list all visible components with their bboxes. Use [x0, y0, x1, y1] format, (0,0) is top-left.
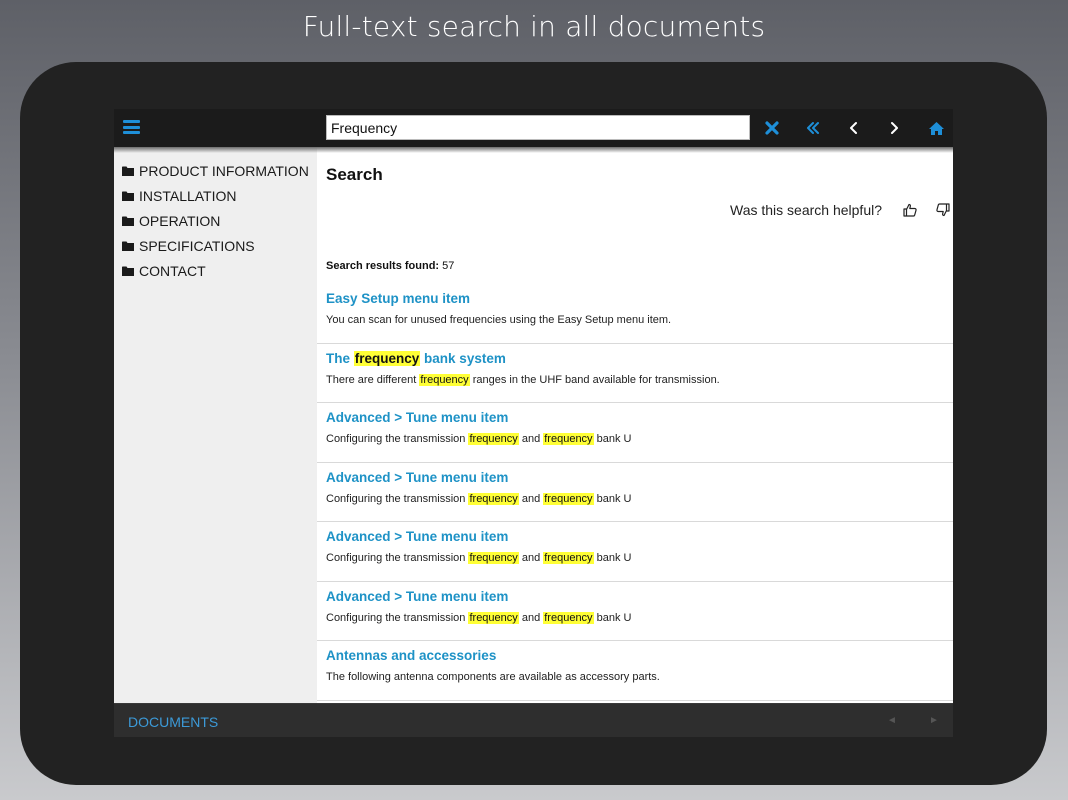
search-result-title[interactable]: Advanced > Tune menu item: [326, 469, 953, 486]
snippet-text: Configuring the transmission: [326, 552, 469, 564]
page-title: Search: [326, 165, 383, 184]
snippet-text: Configuring the transmission: [326, 492, 469, 505]
snippet-text: There are different: [326, 373, 420, 386]
search-highlight: frequency: [543, 433, 594, 445]
chevron-right-icon[interactable]: [881, 115, 907, 141]
hamburger-menu-icon[interactable]: [123, 120, 140, 134]
snippet-text: The following antenna components are ava…: [326, 671, 660, 683]
search-result-title[interactable]: Antennas and accessories: [326, 647, 953, 664]
search-highlight: frequency: [468, 492, 519, 505]
folder-icon: [122, 191, 134, 202]
snippet-text: bank U: [593, 552, 632, 564]
sidebar-item-installation[interactable]: INSTALLATION: [114, 184, 317, 209]
thumbs-up-icon[interactable]: [900, 200, 920, 220]
snippet-text: Configuring the transmission: [326, 611, 469, 624]
title-text: Advanced > Tune menu item: [326, 529, 509, 544]
search-highlight: frequency: [468, 433, 519, 445]
double-chevron-left-icon[interactable]: [800, 115, 826, 141]
search-result-snippet: There are different frequency ranges in …: [326, 373, 953, 387]
title-text: The: [326, 350, 354, 366]
snippet-text: Configuring the transmission: [326, 433, 469, 445]
snippet-text: and: [518, 611, 544, 624]
search-result[interactable]: Advanced > Tune menu item Configuring the…: [317, 403, 953, 463]
top-toolbar: [114, 109, 953, 147]
search-result[interactable]: Easy Setup menu item You can scan for unu…: [317, 284, 953, 344]
search-highlight: frequency: [468, 611, 519, 624]
search-highlight: frequency: [353, 350, 421, 366]
search-results-pane: Search Was this search helpful? Search r…: [317, 147, 953, 703]
title-text: Advanced > Tune menu item: [326, 588, 509, 604]
search-result-snippet: Configuring the transmission frequency a…: [326, 611, 953, 625]
bottom-bar: DOCUMENTS ◄ ►: [114, 703, 953, 737]
search-result-title[interactable]: Advanced > Tune menu item: [326, 528, 953, 545]
search-result[interactable]: Advanced > Tune menu item Configuring the…: [317, 463, 953, 522]
title-text: Easy Setup menu item: [326, 291, 471, 306]
snippet-text: ranges in the UHF band available for tra…: [469, 373, 720, 386]
search-highlight: frequency: [543, 552, 594, 564]
feedback-bar: Was this search helpful?: [730, 200, 953, 220]
search-result[interactable]: Advanced > Tune menu item Configuring the…: [317, 582, 953, 641]
sidebar: PRODUCT INFORMATION INSTALLATION OPERATI…: [114, 147, 317, 703]
search-result-snippet: You can scan for unused frequencies usin…: [326, 313, 953, 327]
snippet-text: bank U: [593, 492, 632, 505]
title-text: Advanced > Tune menu item: [326, 410, 509, 425]
sidebar-item-operation[interactable]: OPERATION: [114, 209, 317, 234]
search-result-snippet: Configuring the transmission frequency a…: [326, 492, 953, 506]
sidebar-item-contact[interactable]: CONTACT: [114, 258, 317, 283]
search-result-snippet: Configuring the transmission frequency a…: [326, 432, 953, 446]
search-highlight: frequency: [419, 373, 470, 386]
next-page-icon[interactable]: ►: [929, 715, 939, 726]
results-count: Search results found: 57: [326, 260, 454, 272]
result-list: Easy Setup menu item You can scan for unu…: [317, 284, 953, 703]
home-icon[interactable]: [923, 115, 949, 141]
snippet-text: and: [518, 492, 544, 505]
search-result[interactable]: Antennas and accessories The following an…: [317, 641, 953, 701]
clear-icon[interactable]: [759, 115, 785, 141]
search-result-snippet: The following antenna components are ava…: [326, 670, 953, 684]
snippet-text: and: [518, 552, 544, 564]
snippet-text: You can scan for unused frequencies usin…: [326, 314, 672, 326]
folder-icon: [122, 166, 134, 177]
document-tree: PRODUCT INFORMATION INSTALLATION OPERATI…: [114, 147, 317, 283]
folder-icon: [122, 266, 134, 276]
title-text: bank system: [420, 350, 506, 366]
toolbar-shadow: [114, 147, 953, 153]
app-screen: PRODUCT INFORMATION INSTALLATION OPERATI…: [114, 109, 953, 737]
documents-tab[interactable]: DOCUMENTS: [128, 714, 218, 730]
search-input[interactable]: [326, 115, 750, 140]
search-highlight: frequency: [468, 552, 519, 564]
sidebar-item-label: SPECIFICATIONS: [139, 237, 255, 254]
snippet-text: and: [518, 433, 544, 445]
folder-icon: [122, 216, 134, 226]
sidebar-item-label: PRODUCT INFORMATION: [139, 163, 309, 180]
search-result[interactable]: The frequency bank system There are diffe…: [317, 344, 953, 403]
title-text: Antennas and accessories: [326, 648, 497, 663]
search-result-title[interactable]: Advanced > Tune menu item: [326, 588, 953, 605]
chevron-left-icon[interactable]: [841, 115, 867, 141]
sidebar-item-specifications[interactable]: SPECIFICATIONS: [114, 233, 317, 258]
sidebar-item-label: INSTALLATION: [139, 188, 237, 205]
sidebar-item-label: CONTACT: [139, 262, 206, 279]
sidebar-item-product-information[interactable]: PRODUCT INFORMATION: [114, 159, 317, 184]
promo-title: Full-text search in all documents: [302, 10, 766, 43]
helpful-prompt: Was this search helpful?: [730, 202, 882, 218]
snippet-text: bank U: [593, 433, 632, 445]
search-result-title[interactable]: Advanced > Tune menu item: [326, 409, 953, 426]
results-count-label: Search results found:: [326, 260, 440, 272]
search-result-snippet: Configuring the transmission frequency a…: [326, 551, 953, 565]
sidebar-item-label: OPERATION: [139, 212, 221, 229]
previous-page-icon[interactable]: ◄: [887, 715, 897, 726]
results-count-value: 57: [442, 260, 455, 272]
search-result[interactable]: Advanced > Tune menu item Configuring the…: [317, 522, 953, 582]
thumbs-down-icon[interactable]: [933, 200, 953, 220]
search-result-title[interactable]: Easy Setup menu item: [326, 290, 953, 307]
title-text: Advanced > Tune menu item: [326, 469, 509, 485]
search-highlight: frequency: [543, 492, 594, 505]
folder-icon: [122, 241, 134, 251]
search-result-title[interactable]: The frequency bank system: [326, 350, 953, 367]
search-highlight: frequency: [543, 611, 594, 624]
snippet-text: bank U: [593, 611, 632, 624]
